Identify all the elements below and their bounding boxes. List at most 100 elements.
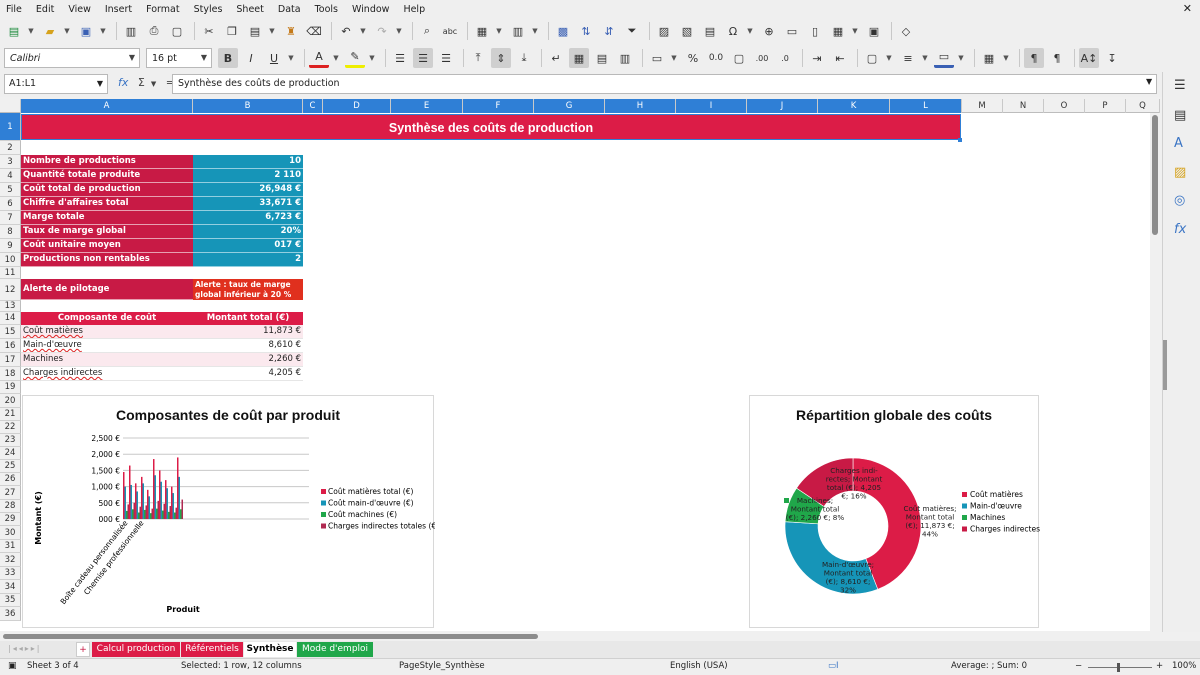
kpi-label[interactable]: Quantité totale produite: [21, 169, 193, 183]
vertical-scrollbar[interactable]: [1150, 113, 1160, 631]
percent-format-icon[interactable]: %: [683, 48, 703, 68]
text-direction-rtl-icon[interactable]: ¶: [1047, 48, 1067, 68]
row-header[interactable]: 26: [0, 473, 21, 486]
column-icon[interactable]: ▥: [508, 21, 528, 41]
align-left-icon[interactable]: ☰: [390, 48, 410, 68]
number-format-icon[interactable]: 0.0: [706, 48, 726, 68]
paste-dropdown-icon[interactable]: ▼: [268, 21, 276, 41]
row-header[interactable]: 20: [0, 394, 21, 408]
row-header[interactable]: 34: [0, 580, 21, 594]
tab-synthese[interactable]: Synthèse: [244, 642, 296, 657]
headers-icon[interactable]: ▩: [553, 21, 573, 41]
export-pdf-icon[interactable]: ▥: [121, 21, 141, 41]
menu-styles[interactable]: Styles: [194, 4, 223, 15]
row-header[interactable]: 1: [0, 113, 21, 141]
menu-sheet[interactable]: Sheet: [236, 4, 263, 15]
row-header[interactable]: 28: [0, 500, 21, 513]
row-header[interactable]: 23: [0, 434, 21, 447]
row-header[interactable]: 16: [0, 339, 21, 353]
row-header[interactable]: 3: [0, 155, 21, 169]
align-bottom-icon[interactable]: ⤓: [514, 48, 534, 68]
kpi-label[interactable]: Taux de marge global: [21, 225, 193, 239]
row-header[interactable]: 27: [0, 486, 21, 500]
cost-table-cell[interactable]: 2,260 €: [193, 353, 303, 367]
clone-formatting-icon[interactable]: ♜: [281, 21, 301, 41]
column-header-A[interactable]: A: [21, 99, 193, 113]
date-format-icon[interactable]: ▢: [729, 48, 749, 68]
print-icon[interactable]: ⎙: [144, 21, 164, 41]
row-header[interactable]: 15: [0, 325, 21, 339]
cost-table-cell[interactable]: 11,873 €: [193, 325, 303, 339]
page-style[interactable]: PageStyle_Synthèse: [399, 661, 485, 671]
row-dropdown-icon[interactable]: ▼: [495, 21, 503, 41]
merge-center-icon[interactable]: ▦: [569, 48, 589, 68]
highlight-dropdown-icon[interactable]: ▼: [368, 48, 376, 68]
column-header-Q[interactable]: Q: [1126, 99, 1160, 113]
row-header[interactable]: 22: [0, 421, 21, 434]
autofilter-icon[interactable]: ⏷: [622, 21, 642, 41]
formula-input[interactable]: Synthèse des coûts de production: [172, 74, 1157, 94]
row-icon[interactable]: ▦: [472, 21, 492, 41]
text-vertical-icon[interactable]: A↕: [1079, 48, 1099, 68]
zoom-slider[interactable]: [1088, 667, 1152, 668]
row-header[interactable]: 10: [0, 253, 21, 267]
document-modified-icon[interactable]: ▣: [8, 661, 17, 671]
kpi-value[interactable]: 017 €: [193, 239, 303, 253]
row-header[interactable]: 25: [0, 460, 21, 473]
row-header[interactable]: 5: [0, 183, 21, 197]
tab-calcul-production[interactable]: Calcul production: [92, 642, 180, 657]
currency-dropdown-icon[interactable]: ▼: [670, 48, 678, 68]
cost-table-header[interactable]: Composante de coût: [21, 312, 193, 325]
undo-icon[interactable]: ↶: [336, 21, 356, 41]
menu-file[interactable]: File: [6, 4, 22, 15]
column-header-I[interactable]: I: [676, 99, 747, 113]
chevron-down-icon[interactable]: ▼: [201, 53, 207, 62]
close-document-icon[interactable]: ✕: [1183, 2, 1192, 15]
paste-icon[interactable]: ▤: [245, 21, 265, 41]
column-header-P[interactable]: P: [1085, 99, 1126, 113]
column-header-L[interactable]: L: [890, 99, 962, 113]
sidebar-menu-icon[interactable]: ☰: [1174, 78, 1186, 93]
kpi-label[interactable]: Coût unitaire moyen: [21, 239, 193, 253]
row-header[interactable]: 31: [0, 540, 21, 553]
row-header[interactable]: 36: [0, 607, 21, 621]
save-icon[interactable]: ▣: [76, 21, 96, 41]
alert-label[interactable]: Alerte de pilotage: [21, 279, 193, 300]
tab-referentiels[interactable]: Référentiels: [181, 642, 243, 657]
cost-table-cell[interactable]: Coût matières: [21, 325, 193, 339]
column-header-C[interactable]: C: [303, 99, 323, 113]
kpi-label[interactable]: Chiffre d'affaires total: [21, 197, 193, 211]
zoom-in-icon[interactable]: +: [1156, 661, 1163, 671]
redo-dropdown-icon[interactable]: ▼: [395, 21, 403, 41]
clear-formatting-icon[interactable]: ⌫: [304, 21, 324, 41]
kpi-value[interactable]: 33,671 €: [193, 197, 303, 211]
row-header[interactable]: 32: [0, 553, 21, 567]
row-header[interactable]: 19: [0, 381, 21, 394]
row-header[interactable]: 2: [0, 141, 21, 155]
kpi-label[interactable]: Nombre de productions: [21, 155, 193, 169]
zoom-slider-thumb[interactable]: [1117, 663, 1120, 672]
column-header-H[interactable]: H: [605, 99, 676, 113]
decrease-indent-icon[interactable]: ⇤: [830, 48, 850, 68]
open-icon[interactable]: ▰: [40, 21, 60, 41]
column-header-G[interactable]: G: [534, 99, 605, 113]
column-header-N[interactable]: N: [1003, 99, 1044, 113]
column-header-J[interactable]: J: [747, 99, 818, 113]
column-header-B[interactable]: B: [193, 99, 303, 113]
kpi-value[interactable]: 10: [193, 155, 303, 169]
cost-table-cell[interactable]: Machines: [21, 353, 193, 367]
border-style-icon[interactable]: ≡: [898, 48, 918, 68]
gallery-icon[interactable]: ▨: [1174, 165, 1186, 180]
donut-chart[interactable]: Répartition globale des coûts Coût matiè…: [749, 395, 1040, 628]
open-dropdown-icon[interactable]: ▼: [63, 21, 71, 41]
navigator-icon[interactable]: ◎: [1174, 193, 1185, 208]
new-dropdown-icon[interactable]: ▼: [27, 21, 35, 41]
functions-icon[interactable]: fx: [1174, 222, 1186, 237]
name-box[interactable]: A1:L1 ▼: [4, 74, 108, 94]
menu-insert[interactable]: Insert: [105, 4, 132, 15]
chevron-down-icon[interactable]: ▼: [151, 80, 156, 88]
selection-handle[interactable]: [958, 138, 962, 142]
sort-descending-icon[interactable]: ⇵: [599, 21, 619, 41]
row-header[interactable]: 21: [0, 408, 21, 421]
wrap-text-icon[interactable]: ↵: [546, 48, 566, 68]
